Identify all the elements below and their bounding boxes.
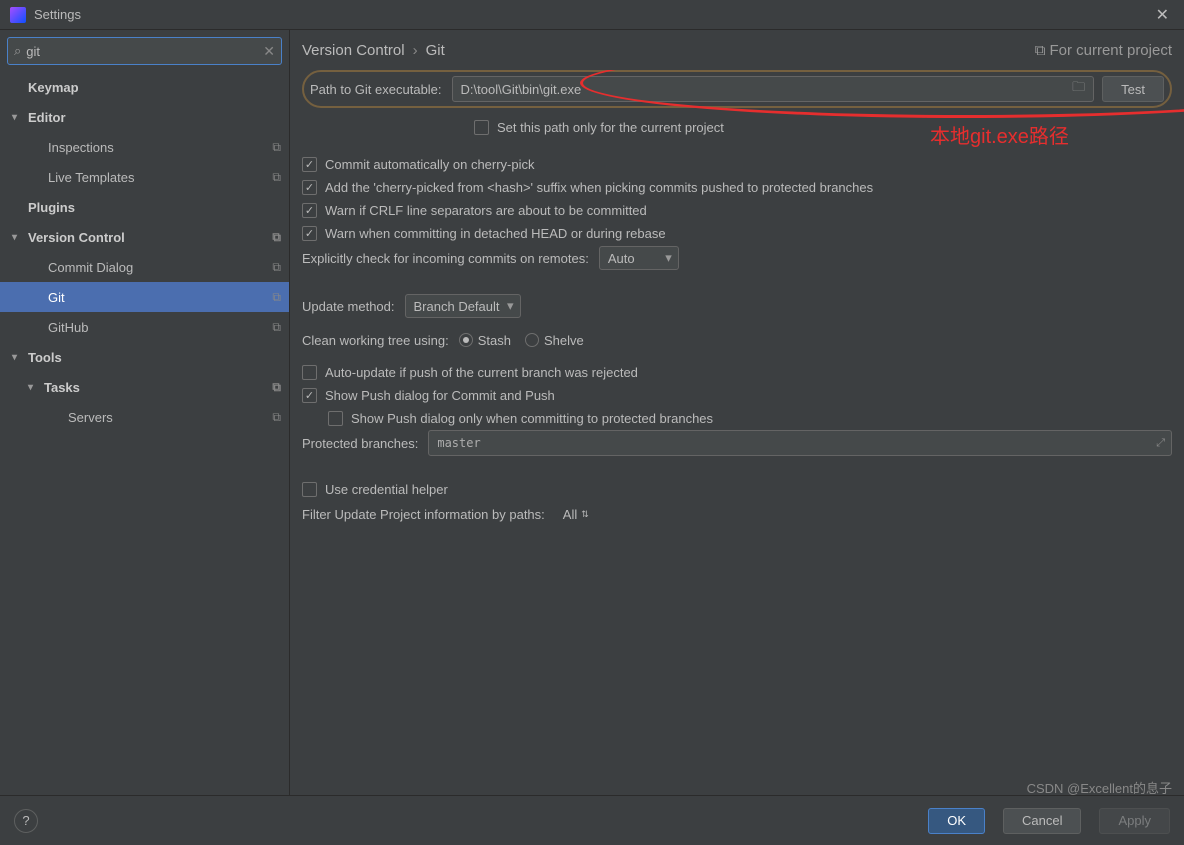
copy-icon: ⧉ — [272, 410, 281, 425]
copy-icon: ⧉ — [272, 380, 281, 395]
copy-icon: ⧉ — [272, 140, 281, 155]
search-field[interactable] — [26, 44, 263, 59]
git-path-input[interactable]: 🗀 — [452, 76, 1095, 102]
sidebar-item-label: Tools — [28, 350, 281, 365]
detached-warn-checkbox[interactable] — [302, 226, 317, 241]
chevron-down-icon: ▾ — [12, 112, 26, 123]
copy-icon: ⧉ — [272, 260, 281, 275]
sidebar-item-live-templates[interactable]: Live Templates⧉ — [0, 162, 289, 192]
sidebar-item-editor[interactable]: ▾Editor — [0, 102, 289, 132]
use-credential-checkbox[interactable] — [302, 482, 317, 497]
sidebar-item-plugins[interactable]: Plugins — [0, 192, 289, 222]
sidebar-item-label: Editor — [28, 110, 281, 125]
sidebar-item-inspections[interactable]: Inspections⧉ — [0, 132, 289, 162]
copy-icon: ⧉ — [272, 290, 281, 305]
clear-search-icon[interactable]: ✕ — [263, 43, 275, 60]
sidebar-item-label: Commit Dialog — [48, 260, 272, 275]
cancel-button[interactable]: Cancel — [1003, 808, 1081, 834]
apply-button[interactable]: Apply — [1099, 808, 1170, 834]
folder-icon[interactable]: 🗀 — [1072, 78, 1085, 100]
git-path-row: Path to Git executable: 🗀 Test — [302, 70, 1172, 108]
breadcrumb-leaf: Git — [426, 42, 445, 59]
sidebar-item-label: GitHub — [48, 320, 272, 335]
protected-branches-input[interactable]: master⤢ — [428, 430, 1172, 456]
copy-icon: ⧉ — [272, 320, 281, 335]
sidebar-item-label: Live Templates — [48, 170, 272, 185]
chevron-down-icon: ▾ — [12, 232, 26, 243]
search-input[interactable]: ⌕ ✕ — [7, 37, 282, 65]
crlf-warn-checkbox[interactable] — [302, 203, 317, 218]
sidebar-item-commit-dialog[interactable]: Commit Dialog⧉ — [0, 252, 289, 282]
shelve-radio[interactable] — [525, 333, 539, 347]
chevron-down-icon: ▾ — [28, 382, 42, 393]
settings-tree: Keymap▾EditorInspections⧉Live Templates⧉… — [0, 72, 289, 795]
breadcrumb-root[interactable]: Version Control — [302, 42, 405, 59]
auto-update-push-checkbox[interactable] — [302, 365, 317, 380]
explicit-check-select[interactable]: Auto — [599, 246, 679, 270]
show-push-protected-checkbox[interactable] — [328, 411, 343, 426]
explicit-check-label: Explicitly check for incoming commits on… — [302, 251, 589, 266]
filter-paths-select[interactable]: All⇅ — [563, 507, 589, 522]
git-path-label: Path to Git executable: — [310, 82, 442, 97]
sidebar-item-label: Tasks — [44, 380, 272, 395]
sidebar-item-label: Servers — [68, 410, 272, 425]
help-button[interactable]: ? — [14, 809, 38, 833]
expand-icon[interactable]: ⤢ — [1156, 436, 1165, 450]
app-logo — [10, 7, 26, 23]
ok-button[interactable]: OK — [928, 808, 985, 834]
update-method-select[interactable]: Branch Default — [405, 294, 521, 318]
sidebar-item-label: Inspections — [48, 140, 272, 155]
window-title: Settings — [34, 7, 1151, 22]
test-button[interactable]: Test — [1102, 76, 1164, 102]
sidebar-item-tools[interactable]: ▾Tools — [0, 342, 289, 372]
cherry-suffix-checkbox[interactable] — [302, 180, 317, 195]
sidebar-item-keymap[interactable]: Keymap — [0, 72, 289, 102]
show-push-dialog-checkbox[interactable] — [302, 388, 317, 403]
stash-radio[interactable] — [459, 333, 473, 347]
close-icon[interactable]: ✕ — [1151, 5, 1174, 25]
set-path-only-checkbox[interactable] — [474, 120, 489, 135]
search-icon: ⌕ — [14, 43, 21, 59]
clean-tree-label: Clean working tree using: — [302, 333, 449, 348]
scope-indicator: ⧉For current project — [1035, 42, 1172, 59]
copy-icon: ⧉ — [272, 230, 281, 245]
chevron-down-icon: ▾ — [12, 352, 26, 363]
sidebar-item-label: Git — [48, 290, 272, 305]
sidebar-item-label: Keymap — [28, 80, 281, 95]
sidebar-item-tasks[interactable]: ▾Tasks⧉ — [0, 372, 289, 402]
update-method-label: Update method: — [302, 299, 395, 314]
sidebar-item-servers[interactable]: Servers⧉ — [0, 402, 289, 432]
watermark: CSDN @Excellent的息子 — [1027, 778, 1172, 797]
sidebar-item-git[interactable]: Git⧉ — [0, 282, 289, 312]
copy-icon: ⧉ — [272, 170, 281, 185]
filter-paths-label: Filter Update Project information by pat… — [302, 507, 545, 522]
sidebar-item-github[interactable]: GitHub⧉ — [0, 312, 289, 342]
cherry-auto-checkbox[interactable] — [302, 157, 317, 172]
protected-branches-label: Protected branches: — [302, 436, 418, 451]
set-path-only-label: Set this path only for the current proje… — [497, 120, 724, 135]
sidebar-item-label: Version Control — [28, 230, 272, 245]
sidebar-item-version-control[interactable]: ▾Version Control⧉ — [0, 222, 289, 252]
sidebar-item-label: Plugins — [28, 200, 281, 215]
breadcrumb: Version Control › Git ⧉For current proje… — [290, 30, 1184, 70]
